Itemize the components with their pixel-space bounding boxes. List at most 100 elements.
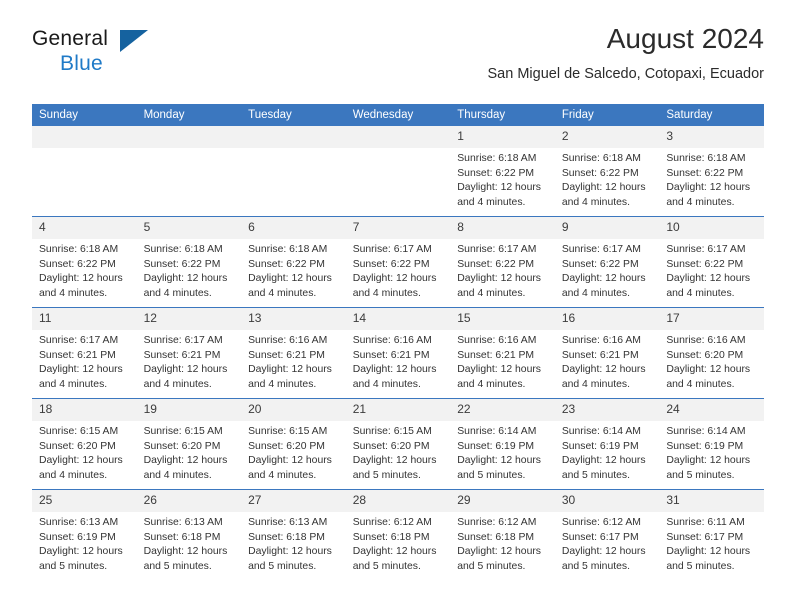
daylight-text-line2: and 5 minutes. (561, 469, 630, 481)
day-sun-info: Sunrise: 6:18 AM Sunset: 6:22 PM Daylight:… (659, 148, 764, 210)
calendar-day-cell[interactable]: 15 Sunrise: 6:16 AM Sunset: 6:21 PM Dayligh… (450, 307, 555, 399)
day-sun-info: Sunrise: 6:15 AM Sunset: 6:20 PM Daylight:… (137, 421, 242, 483)
sunset-text: Sunset: 6:21 PM (561, 349, 639, 361)
sunset-text: Sunset: 6:22 PM (561, 167, 639, 179)
calendar-day-cell[interactable]: 11 Sunrise: 6:17 AM Sunset: 6:21 PM Dayligh… (32, 307, 137, 399)
calendar-day-cell[interactable]: 3 Sunrise: 6:18 AM Sunset: 6:22 PM Daylight… (659, 126, 764, 217)
sunset-text: Sunset: 6:21 PM (39, 349, 116, 361)
calendar-day-cell[interactable]: 9 Sunrise: 6:17 AM Sunset: 6:22 PM Daylight… (554, 216, 660, 308)
calendar-day-cell[interactable]: 27 Sunrise: 6:13 AM Sunset: 6:18 PM Dayligh… (241, 489, 346, 580)
sunset-text: Sunset: 6:21 PM (352, 349, 430, 361)
sunrise-text: Sunrise: 6:13 AM (248, 517, 328, 528)
calendar-day-cell[interactable]: 14 Sunrise: 6:16 AM Sunset: 6:21 PM Dayligh… (345, 307, 451, 399)
calendar-day-cell[interactable]: 1 Sunrise: 6:18 AM Sunset: 6:22 PM Daylight… (450, 126, 555, 217)
sunset-text: Sunset: 6:17 PM (666, 531, 744, 543)
title-block: August 2024 San Miguel de Salcedo, Cotop… (488, 22, 764, 84)
calendar-day-cell[interactable]: 21 Sunrise: 6:15 AM Sunset: 6:20 PM Dayligh… (345, 398, 451, 490)
weekday-header-wednesday: Wednesday (345, 104, 451, 126)
sunset-text: Sunset: 6:21 PM (457, 349, 535, 361)
calendar-day-cell[interactable]: 5 Sunrise: 6:18 AM Sunset: 6:22 PM Daylight… (136, 216, 242, 308)
sunset-text: Sunset: 6:20 PM (352, 440, 430, 452)
daylight-text-line1: Daylight: 12 hours (352, 455, 437, 467)
calendar-day-cell[interactable]: 16 Sunrise: 6:16 AM Sunset: 6:21 PM Dayligh… (554, 307, 660, 399)
day-number: 1 (450, 126, 555, 148)
daylight-text-line1: Daylight: 12 hours (457, 364, 541, 376)
day-sun-info: Sunrise: 6:12 AM Sunset: 6:18 PM Daylight:… (450, 512, 555, 574)
sunset-text: Sunset: 6:22 PM (457, 167, 535, 179)
sunset-text: Sunset: 6:20 PM (39, 440, 116, 452)
weekday-header-saturday: Saturday (659, 104, 764, 126)
calendar-day-cell[interactable]: 2 Sunrise: 6:18 AM Sunset: 6:22 PM Daylight… (554, 126, 660, 217)
calendar-day-cell[interactable]: 13 Sunrise: 6:16 AM Sunset: 6:21 PM Dayligh… (241, 307, 346, 399)
calendar-page: General Blue August 2024 San Miguel de S… (0, 0, 792, 612)
sunrise-text: Sunrise: 6:12 AM (457, 517, 537, 528)
daylight-text-line2: and 4 minutes. (561, 196, 630, 208)
sunrise-text: Sunrise: 6:12 AM (352, 517, 432, 528)
day-number: 29 (450, 490, 555, 512)
day-sun-info: Sunrise: 6:13 AM Sunset: 6:19 PM Daylight:… (32, 512, 137, 574)
calendar-day-cell[interactable]: 17 Sunrise: 6:16 AM Sunset: 6:20 PM Dayligh… (659, 307, 764, 399)
daylight-text-line1: Daylight: 12 hours (248, 546, 332, 558)
calendar-day-cell[interactable]: 23 Sunrise: 6:14 AM Sunset: 6:19 PM Dayligh… (554, 398, 660, 490)
calendar-day-cell[interactable]: 4 Sunrise: 6:18 AM Sunset: 6:22 PM Daylight… (32, 216, 137, 308)
calendar-week-row: 25 Sunrise: 6:13 AM Sunset: 6:19 PM Dayligh… (32, 489, 764, 580)
day-number: 11 (32, 308, 137, 330)
daylight-text-line1: Daylight: 12 hours (248, 455, 332, 467)
sunset-text: Sunset: 6:18 PM (352, 531, 430, 543)
daylight-text-line2: and 4 minutes. (248, 469, 317, 481)
day-number: 16 (554, 308, 660, 330)
daylight-text-line1: Daylight: 12 hours (666, 455, 751, 467)
day-sun-info: Sunrise: 6:13 AM Sunset: 6:18 PM Daylight:… (241, 512, 346, 574)
daylight-text-line2: and 4 minutes. (352, 378, 421, 390)
calendar-day-cell[interactable]: 22 Sunrise: 6:14 AM Sunset: 6:19 PM Dayligh… (450, 398, 555, 490)
day-number: 13 (241, 308, 346, 330)
calendar-day-cell[interactable]: 7 Sunrise: 6:17 AM Sunset: 6:22 PM Daylight… (345, 216, 451, 308)
daylight-text-line1: Daylight: 12 hours (561, 273, 646, 285)
daylight-text-line2: and 4 minutes. (457, 287, 526, 299)
calendar-day-cell[interactable]: 8 Sunrise: 6:17 AM Sunset: 6:22 PM Daylight… (450, 216, 555, 308)
calendar-day-cell[interactable]: 20 Sunrise: 6:15 AM Sunset: 6:20 PM Dayligh… (241, 398, 346, 490)
calendar-day-cell[interactable]: 6 Sunrise: 6:18 AM Sunset: 6:22 PM Daylight… (241, 216, 346, 308)
daylight-text-line1: Daylight: 12 hours (39, 273, 123, 285)
daylight-text-line1: Daylight: 12 hours (143, 273, 228, 285)
daylight-text-line1: Daylight: 12 hours (666, 546, 751, 558)
sunrise-text: Sunrise: 6:14 AM (457, 426, 537, 437)
daylight-text-line2: and 5 minutes. (352, 469, 421, 481)
sunrise-text: Sunrise: 6:17 AM (457, 244, 537, 255)
daylight-text-line2: and 5 minutes. (666, 560, 735, 572)
daylight-text-line1: Daylight: 12 hours (39, 546, 123, 558)
calendar-day-cell[interactable]: 28 Sunrise: 6:12 AM Sunset: 6:18 PM Dayligh… (345, 489, 451, 580)
daylight-text-line2: and 4 minutes. (39, 378, 108, 390)
daylight-text-line1: Daylight: 12 hours (248, 273, 332, 285)
daylight-text-line1: Daylight: 12 hours (561, 546, 646, 558)
calendar-week-row: 1 Sunrise: 6:18 AM Sunset: 6:22 PM Daylight… (32, 126, 764, 217)
calendar-day-cell[interactable]: 31 Sunrise: 6:11 AM Sunset: 6:17 PM Dayligh… (659, 489, 764, 580)
day-number: 14 (345, 308, 451, 330)
day-number: 21 (345, 399, 451, 421)
day-number: 31 (659, 490, 764, 512)
daylight-text-line1: Daylight: 12 hours (457, 455, 541, 467)
day-number: 3 (659, 126, 764, 148)
calendar-day-cell[interactable]: 30 Sunrise: 6:12 AM Sunset: 6:17 PM Dayligh… (554, 489, 660, 580)
calendar-day-cell-empty (136, 126, 242, 217)
calendar-day-cell[interactable]: 12 Sunrise: 6:17 AM Sunset: 6:21 PM Dayligh… (136, 307, 242, 399)
day-sun-info: Sunrise: 6:14 AM Sunset: 6:19 PM Daylight:… (555, 421, 660, 483)
calendar-day-cell[interactable]: 29 Sunrise: 6:12 AM Sunset: 6:18 PM Dayligh… (450, 489, 555, 580)
sunset-text: Sunset: 6:22 PM (39, 258, 116, 270)
brand-logo[interactable]: General Blue (32, 28, 232, 84)
calendar-day-cell[interactable]: 10 Sunrise: 6:17 AM Sunset: 6:22 PM Dayligh… (659, 216, 764, 308)
calendar-day-cell[interactable]: 19 Sunrise: 6:15 AM Sunset: 6:20 PM Dayligh… (136, 398, 242, 490)
day-number: 4 (32, 217, 137, 239)
calendar-day-cell[interactable]: 25 Sunrise: 6:13 AM Sunset: 6:19 PM Dayligh… (32, 489, 137, 580)
calendar-day-cell[interactable]: 18 Sunrise: 6:15 AM Sunset: 6:20 PM Dayligh… (32, 398, 137, 490)
calendar-day-cell-empty (345, 126, 451, 217)
daylight-text-line1: Daylight: 12 hours (143, 546, 228, 558)
day-number: 30 (554, 490, 660, 512)
calendar-day-cell[interactable]: 24 Sunrise: 6:14 AM Sunset: 6:19 PM Dayligh… (659, 398, 764, 490)
daylight-text-line2: and 4 minutes. (666, 196, 735, 208)
calendar-day-cell[interactable]: 26 Sunrise: 6:13 AM Sunset: 6:18 PM Dayligh… (136, 489, 242, 580)
calendar-week-row: 4 Sunrise: 6:18 AM Sunset: 6:22 PM Daylight… (32, 216, 764, 308)
day-sun-info: Sunrise: 6:17 AM Sunset: 6:22 PM Daylight:… (659, 239, 764, 301)
sunrise-text: Sunrise: 6:15 AM (143, 426, 223, 437)
sunrise-text: Sunrise: 6:16 AM (352, 335, 432, 346)
